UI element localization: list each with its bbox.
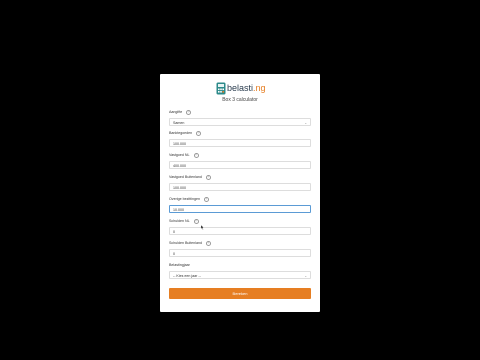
help-icon[interactable]: ?: [205, 175, 211, 180]
field-label: Schulden NL: [169, 219, 190, 223]
vastgoed-nl-input[interactable]: 400.000: [169, 161, 311, 169]
field-label: Overige bezittingen: [169, 197, 200, 201]
schulden-nl-input[interactable]: 0: [169, 227, 311, 235]
brand-logo: belasti.ng: [216, 81, 266, 95]
field-belastingjaar: Belastingjaar -- Kies een jaar -- ⌄: [169, 263, 311, 279]
field-vastgoed-buitenland: Vastgoed Buitenland? 100.000: [169, 175, 311, 191]
help-icon[interactable]: ?: [186, 110, 192, 115]
help-icon[interactable]: ?: [205, 241, 211, 246]
field-label: Aangifte: [169, 110, 183, 114]
bereken-button[interactable]: Bereken: [169, 288, 311, 299]
field-aangifte: Aangifte? Samen ⌄: [169, 110, 311, 126]
field-label: Vastgoed Buitenland: [169, 175, 202, 179]
help-icon[interactable]: ?: [196, 131, 202, 136]
page-title: Box 3 calculator: [222, 97, 258, 103]
field-overige-bezittingen: Overige bezittingen? 10.000: [169, 197, 311, 213]
field-label: Banktegoeden: [169, 131, 193, 135]
schulden-buitenland-input[interactable]: 0: [169, 249, 311, 257]
vastgoed-buitenland-input[interactable]: 100.000: [169, 183, 311, 191]
help-icon[interactable]: ?: [193, 219, 199, 224]
field-schulden-buitenland: Schulden Buitenland? 0: [169, 241, 311, 257]
brand-name: belasti.ng: [227, 83, 266, 93]
field-label: Schulden Buitenland: [169, 241, 202, 245]
help-icon[interactable]: ?: [193, 153, 199, 158]
field-vastgoed-nl: Vastgoed NL? 400.000: [169, 153, 311, 169]
help-icon[interactable]: ?: [203, 197, 209, 202]
belastingjaar-select[interactable]: -- Kies een jaar -- ⌄: [169, 271, 311, 279]
chevron-down-icon: ⌄: [304, 121, 307, 125]
aangifte-select[interactable]: Samen ⌄: [169, 118, 311, 126]
calculator-icon: [216, 82, 226, 94]
overige-bezittingen-input[interactable]: 10.000: [169, 205, 311, 213]
chevron-down-icon: ⌄: [304, 274, 307, 278]
banktegoeden-input[interactable]: 100.000: [169, 139, 311, 147]
mouse-cursor-icon: [201, 225, 204, 230]
field-label: Vastgoed NL: [169, 153, 190, 157]
field-schulden-nl: Schulden NL? 0: [169, 219, 311, 235]
field-label: Belastingjaar: [169, 263, 190, 267]
field-banktegoeden: Banktegoeden? 100.000: [169, 131, 311, 147]
